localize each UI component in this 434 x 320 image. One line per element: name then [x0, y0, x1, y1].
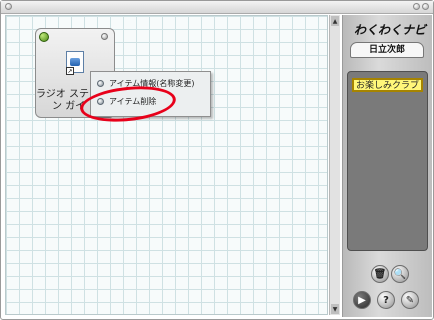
search-icon[interactable]: 🔍: [391, 265, 409, 283]
leaf-icon: [39, 32, 49, 42]
channel-item-otanoshimi-club[interactable]: お楽しみクラブ: [352, 78, 423, 92]
scroll-down-arrow-icon[interactable]: ▼: [331, 304, 339, 314]
app-logo: わくわくナビ: [353, 23, 426, 37]
item-close-button[interactable]: [101, 33, 108, 40]
app-window: ↗ ラジオ ステー ン ガイ アイテム情報(名称変更) アイテム削除 ▲ ▼ わ…: [0, 0, 434, 320]
shortcut-arrow-icon: ↗: [66, 67, 74, 75]
minimize-button[interactable]: [413, 3, 420, 10]
close-button[interactable]: [422, 3, 429, 10]
user-name-tab[interactable]: 日立次郎: [350, 42, 424, 58]
scroll-up-arrow-icon[interactable]: ▲: [331, 16, 339, 26]
window-menu-icon[interactable]: [5, 3, 12, 10]
navi-sidebar: わくわくナビ 日立次郎 お楽しみクラブ 🗑 🔍 ▶ ? ✎: [342, 15, 432, 317]
trash-icon[interactable]: 🗑: [371, 265, 389, 283]
play-icon[interactable]: ▶: [353, 291, 371, 309]
canvas-vertical-scrollbar[interactable]: ▲ ▼: [329, 15, 340, 315]
channel-list-panel: お楽しみクラブ: [347, 71, 428, 251]
bullet-icon: [97, 79, 104, 87]
pen-icon[interactable]: ✎: [401, 291, 419, 309]
title-bar: [1, 1, 433, 14]
help-icon[interactable]: ?: [377, 291, 395, 309]
item-canvas[interactable]: ↗ ラジオ ステー ン ガイ アイテム情報(名称変更) アイテム削除: [5, 15, 328, 315]
